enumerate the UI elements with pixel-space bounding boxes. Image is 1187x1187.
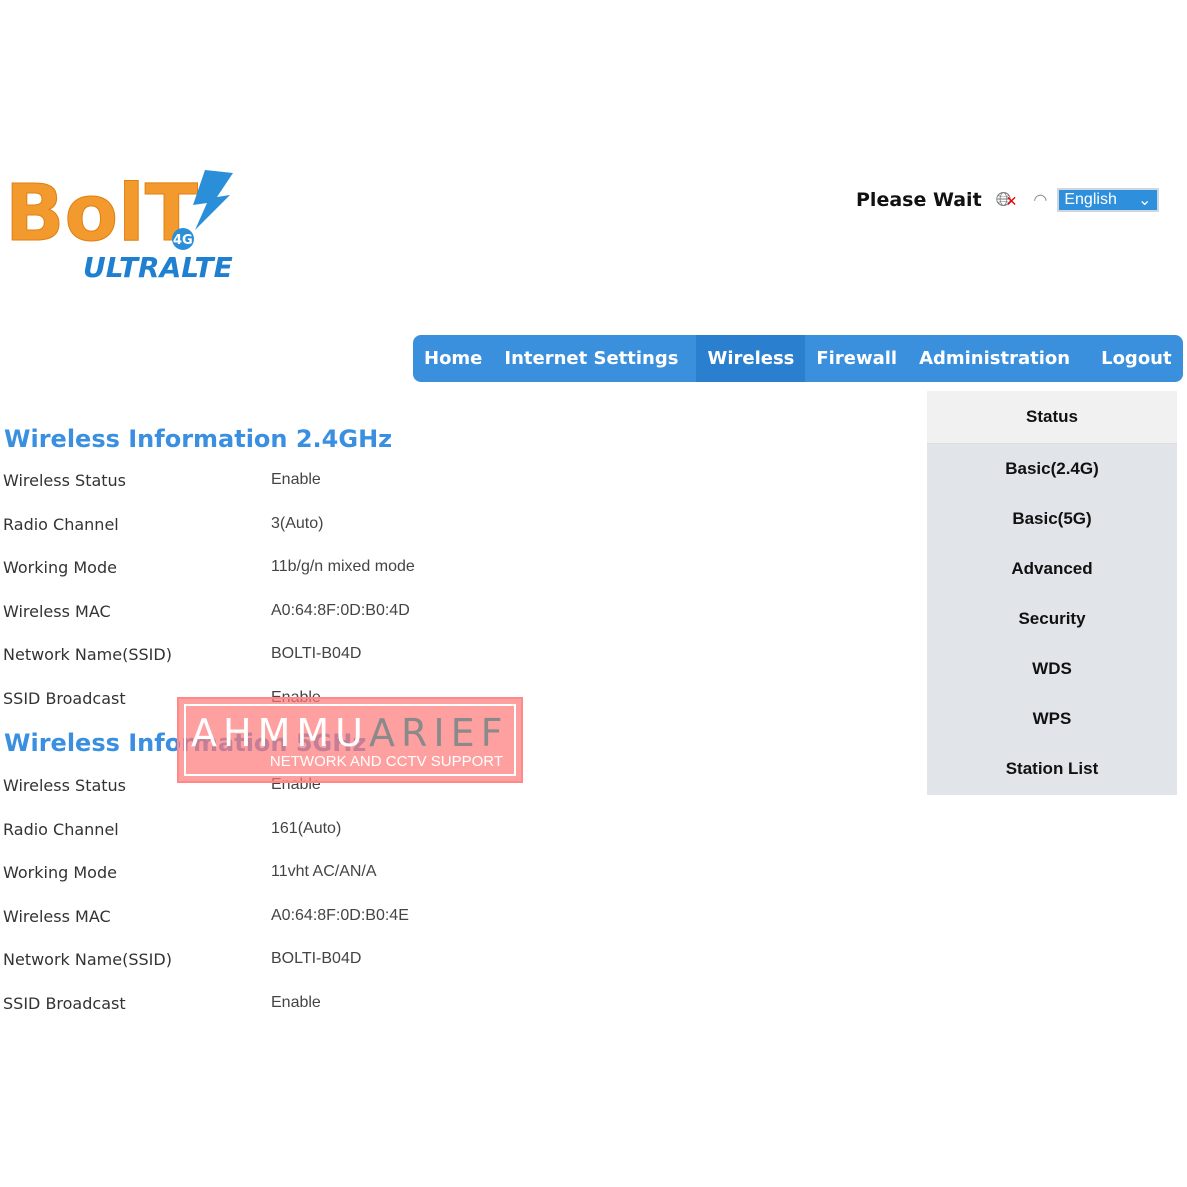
watermark-text-a: AHMMU	[191, 711, 369, 755]
language-select[interactable]: English ⌄	[1057, 188, 1160, 212]
nav-home[interactable]: Home	[413, 335, 493, 382]
info-label: Network Name(SSID)	[3, 950, 172, 970]
info-row: Radio Channel 3(Auto)	[3, 515, 323, 534]
sidebar-item-basic-5g[interactable]: Basic(5G)	[927, 494, 1177, 544]
language-value: English	[1064, 191, 1117, 208]
info-value: A0:64:8F:0D:B0:4D	[271, 601, 410, 619]
info-row: Working Mode 11b/g/n mixed mode	[3, 558, 415, 577]
info-label: Network Name(SSID)	[3, 645, 172, 665]
info-row: Network Name(SSID) BOLTI-B04D	[3, 645, 361, 664]
globe-disconnected-icon: 🌐︎✕	[995, 188, 1018, 211]
info-value: 11vht AC/AN/A	[271, 863, 377, 881]
chevron-down-icon: ⌄	[1137, 192, 1152, 209]
sidebar-item-status[interactable]: Status	[927, 391, 1177, 444]
info-row: Network Name(SSID) BOLTI-B04D	[3, 950, 361, 969]
info-value: 3(Auto)	[271, 514, 324, 532]
status-text: Please Wait	[856, 189, 982, 211]
watermark-text-b: ARIEF	[368, 711, 509, 755]
nav-firewall[interactable]: Firewall	[805, 335, 908, 382]
info-label: Wireless MAC	[3, 601, 111, 621]
wireless-sidebar: Status Basic(2.4G) Basic(5G) Advanced Se…	[927, 391, 1177, 795]
info-value: A0:64:8F:0D:B0:4E	[271, 906, 409, 924]
watermark: AHMMUARIEF NETWORK AND CCTV SUPPORT	[177, 697, 523, 783]
info-value: 161(Auto)	[271, 819, 342, 837]
info-value: BOLTI-B04D	[271, 645, 362, 663]
info-row: Radio Channel 161(Auto)	[3, 820, 341, 839]
info-row: Wireless MAC A0:64:8F:0D:B0:4E	[3, 907, 409, 926]
info-label: Working Mode	[3, 863, 117, 883]
sidebar-item-station-list[interactable]: Station List	[927, 744, 1177, 794]
sidebar-item-wds[interactable]: WDS	[927, 644, 1177, 694]
nav-administration[interactable]: Administration	[908, 335, 1090, 382]
info-label: SSID Broadcast	[3, 994, 126, 1013]
nav-internet-settings[interactable]: Internet Settings	[493, 335, 696, 382]
sidebar-item-basic-24g[interactable]: Basic(2.4G)	[927, 444, 1177, 494]
main-nav: Home Internet Settings Wireless Firewall…	[413, 335, 1183, 382]
bolt-logo: BolT 4G+ ULTRALTE	[5, 169, 233, 284]
info-label: Wireless MAC	[3, 906, 111, 926]
info-row: Wireless Status Enable	[3, 471, 321, 490]
sidebar-item-advanced[interactable]: Advanced	[927, 544, 1177, 594]
watermark-subtitle: NETWORK AND CCTV SUPPORT	[269, 753, 503, 770]
svg-text:ULTRALTE: ULTRALTE	[83, 251, 233, 284]
info-value: Enable	[271, 471, 321, 488]
nav-logout[interactable]: Logout	[1090, 335, 1183, 382]
info-label: Radio Channel	[3, 819, 119, 839]
info-value: 11b/g/n mixed mode	[271, 558, 415, 576]
info-row: Wireless MAC A0:64:8F:0D:B0:4D	[3, 602, 410, 621]
info-label: Working Mode	[3, 558, 117, 578]
section-title-24ghz: Wireless Information 2.4GHz	[4, 425, 393, 453]
info-label: Radio Channel	[3, 514, 119, 534]
sidebar-item-security[interactable]: Security	[927, 594, 1177, 644]
header-status: Please Wait 🌐︎✕ ◠ English ⌄	[856, 188, 1160, 212]
svg-text:4G+: 4G+	[173, 233, 204, 248]
info-row: Working Mode 11vht AC/AN/A	[3, 863, 377, 882]
info-label: Wireless Status	[3, 471, 127, 490]
info-row: SSID Broadcast Enable	[3, 994, 321, 1013]
svg-text:BolT: BolT	[5, 169, 198, 259]
info-value: Enable	[271, 994, 321, 1011]
sidebar-item-wps[interactable]: WPS	[927, 694, 1177, 744]
info-value: BOLTI-B04D	[271, 950, 362, 968]
nav-wireless[interactable]: Wireless	[696, 335, 806, 382]
wifi-signal-icon: ◠	[1033, 192, 1048, 209]
